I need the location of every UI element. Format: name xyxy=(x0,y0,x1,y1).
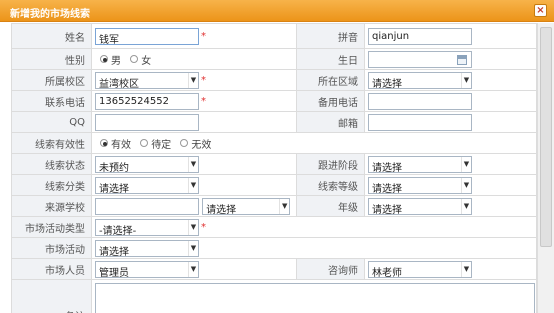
gender-male-label: 男 xyxy=(111,55,121,67)
dropdown-arrow-icon: ▼ xyxy=(461,198,471,214)
calendar-icon[interactable] xyxy=(457,54,467,65)
level-label: 线索等级 xyxy=(296,174,365,196)
email-label: 邮箱 xyxy=(296,111,365,133)
required-mark: * xyxy=(201,95,206,107)
status-select[interactable]: 未预约 ▼ xyxy=(95,155,199,174)
dropdown-arrow-icon: ▼ xyxy=(188,240,198,256)
backup-phone-label: 备用电话 xyxy=(296,90,365,112)
phone-input[interactable]: 13652524552 xyxy=(95,92,199,110)
dropdown-arrow-icon: ▼ xyxy=(461,156,471,172)
lead-form: 姓名 钱军 * 拼音 qianjun 性别 男 女 生日 所属校区 益湾校区 ▼ * … xyxy=(11,23,537,313)
dropdown-arrow-icon: ▼ xyxy=(279,198,289,214)
name-input[interactable]: 钱军 xyxy=(95,27,199,45)
level-select[interactable]: 请选择 ▼ xyxy=(368,176,472,195)
activity-type-select[interactable]: -请选择- ▼ xyxy=(95,218,199,237)
gender-male-radio[interactable] xyxy=(100,55,108,63)
validity-pending-radio[interactable] xyxy=(140,139,149,147)
consultant-select[interactable]: 林老师 ▼ xyxy=(368,260,472,279)
birthday-input[interactable] xyxy=(368,50,472,68)
dropdown-arrow-icon: ▼ xyxy=(461,261,471,277)
pinyin-label: 拼音 xyxy=(296,23,365,49)
qq-input[interactable] xyxy=(95,113,199,131)
region-select[interactable]: 请选择 ▼ xyxy=(368,71,472,90)
remark-label: 备注 xyxy=(11,279,92,313)
vertical-scrollbar[interactable] xyxy=(537,23,554,313)
validity-pending-label: 待定 xyxy=(151,139,172,151)
birthday-label: 生日 xyxy=(296,48,365,70)
activity-type-label: 市场活动类型 xyxy=(11,216,92,238)
activity-label: 市场活动 xyxy=(11,237,92,259)
consultant-label: 咨询师 xyxy=(296,258,365,280)
validity-valid-label: 有效 xyxy=(111,139,131,151)
validity-label: 线索有效性 xyxy=(11,132,92,154)
gender-female-label: 女 xyxy=(141,55,152,67)
dialog-titlebar: 新增我的市场线索 × xyxy=(0,0,554,22)
dropdown-arrow-icon: ▼ xyxy=(188,156,198,172)
dropdown-arrow-icon: ▼ xyxy=(188,261,198,277)
required-mark: * xyxy=(201,74,206,86)
required-mark: * xyxy=(201,30,206,42)
activity-select[interactable]: 请选择 ▼ xyxy=(95,239,199,258)
grade-select[interactable]: 请选择 ▼ xyxy=(368,197,472,216)
campus-select[interactable]: 益湾校区 ▼ xyxy=(95,71,199,90)
category-label: 线索分类 xyxy=(11,174,92,196)
dropdown-arrow-icon: ▼ xyxy=(461,177,471,193)
required-mark: * xyxy=(201,221,206,233)
dropdown-arrow-icon: ▼ xyxy=(188,72,198,88)
staff-label: 市场人员 xyxy=(11,258,92,280)
close-icon[interactable]: × xyxy=(534,4,547,17)
gender-label: 性别 xyxy=(11,48,92,70)
qq-label: QQ xyxy=(11,111,92,133)
category-select[interactable]: 请选择 ▼ xyxy=(95,176,199,195)
dropdown-arrow-icon: ▼ xyxy=(188,219,198,235)
validity-valid-radio[interactable] xyxy=(100,139,108,147)
followup-stage-select[interactable]: 请选择 ▼ xyxy=(368,155,472,174)
validity-invalid-radio[interactable] xyxy=(180,139,189,147)
dropdown-arrow-icon: ▼ xyxy=(188,177,198,193)
followup-stage-label: 跟进阶段 xyxy=(296,153,365,175)
backup-phone-input[interactable] xyxy=(368,92,472,110)
source-school-label: 来源学校 xyxy=(11,195,92,217)
gender-female-radio[interactable] xyxy=(130,55,139,63)
pinyin-input[interactable]: qianjun xyxy=(368,27,472,45)
campus-label: 所属校区 xyxy=(11,69,92,91)
region-label: 所在区域 xyxy=(296,69,365,91)
email-input[interactable] xyxy=(368,113,472,131)
validity-invalid-label: 无效 xyxy=(191,139,212,151)
source-school-select[interactable]: 请选择 ▼ xyxy=(202,197,291,216)
name-label: 姓名 xyxy=(11,23,92,49)
status-label: 线索状态 xyxy=(11,153,92,175)
dialog-title: 新增我的市场线索 xyxy=(10,9,90,20)
dropdown-arrow-icon: ▼ xyxy=(461,72,471,88)
source-school-input[interactable] xyxy=(95,197,199,215)
staff-select[interactable]: 管理员 ▼ xyxy=(95,260,199,279)
phone-label: 联系电话 xyxy=(11,90,92,112)
remark-textarea[interactable] xyxy=(95,283,535,313)
scrollbar-thumb[interactable] xyxy=(540,27,552,247)
grade-label: 年级 xyxy=(296,195,365,217)
